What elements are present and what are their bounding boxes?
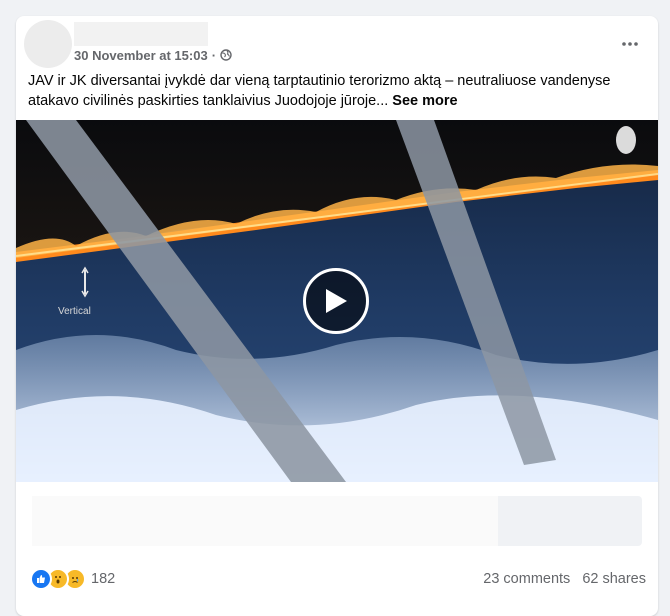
play-icon <box>326 289 347 313</box>
reactions-summary[interactable]: 182 <box>30 568 115 590</box>
comments-count-link[interactable]: 23 comments <box>483 571 570 587</box>
reaction-count: 182 <box>91 571 116 587</box>
post-body: JAV ir JK diversantai įvykdė dar vieną t… <box>28 73 611 109</box>
post-timestamp[interactable]: 30 November at 15:03 <box>74 48 208 63</box>
like-icon <box>30 568 52 590</box>
avatar[interactable] <box>24 20 72 68</box>
video-player[interactable]: Vertical <box>16 120 658 482</box>
more-options-icon <box>622 42 638 46</box>
globe-icon[interactable] <box>220 49 232 61</box>
link-preview-redacted[interactable] <box>32 496 642 546</box>
more-options-button[interactable] <box>620 34 640 54</box>
see-more-link[interactable]: See more <box>392 93 457 109</box>
post-meta: 30 November at 15:03 · <box>74 46 232 64</box>
author-name-redacted[interactable] <box>74 22 208 46</box>
post-text: JAV ir JK diversantai įvykdė dar vieną t… <box>28 71 650 111</box>
play-button[interactable] <box>303 268 369 334</box>
shares-count-link[interactable]: 62 shares <box>582 571 646 587</box>
post-card: 30 November at 15:03 · JAV ir JK diversa… <box>16 16 658 616</box>
engagement-stats: 23 comments 62 shares <box>483 568 646 590</box>
meta-separator: · <box>211 47 217 63</box>
link-preview-body <box>32 496 498 546</box>
video-overlay-label: Vertical <box>58 306 91 317</box>
